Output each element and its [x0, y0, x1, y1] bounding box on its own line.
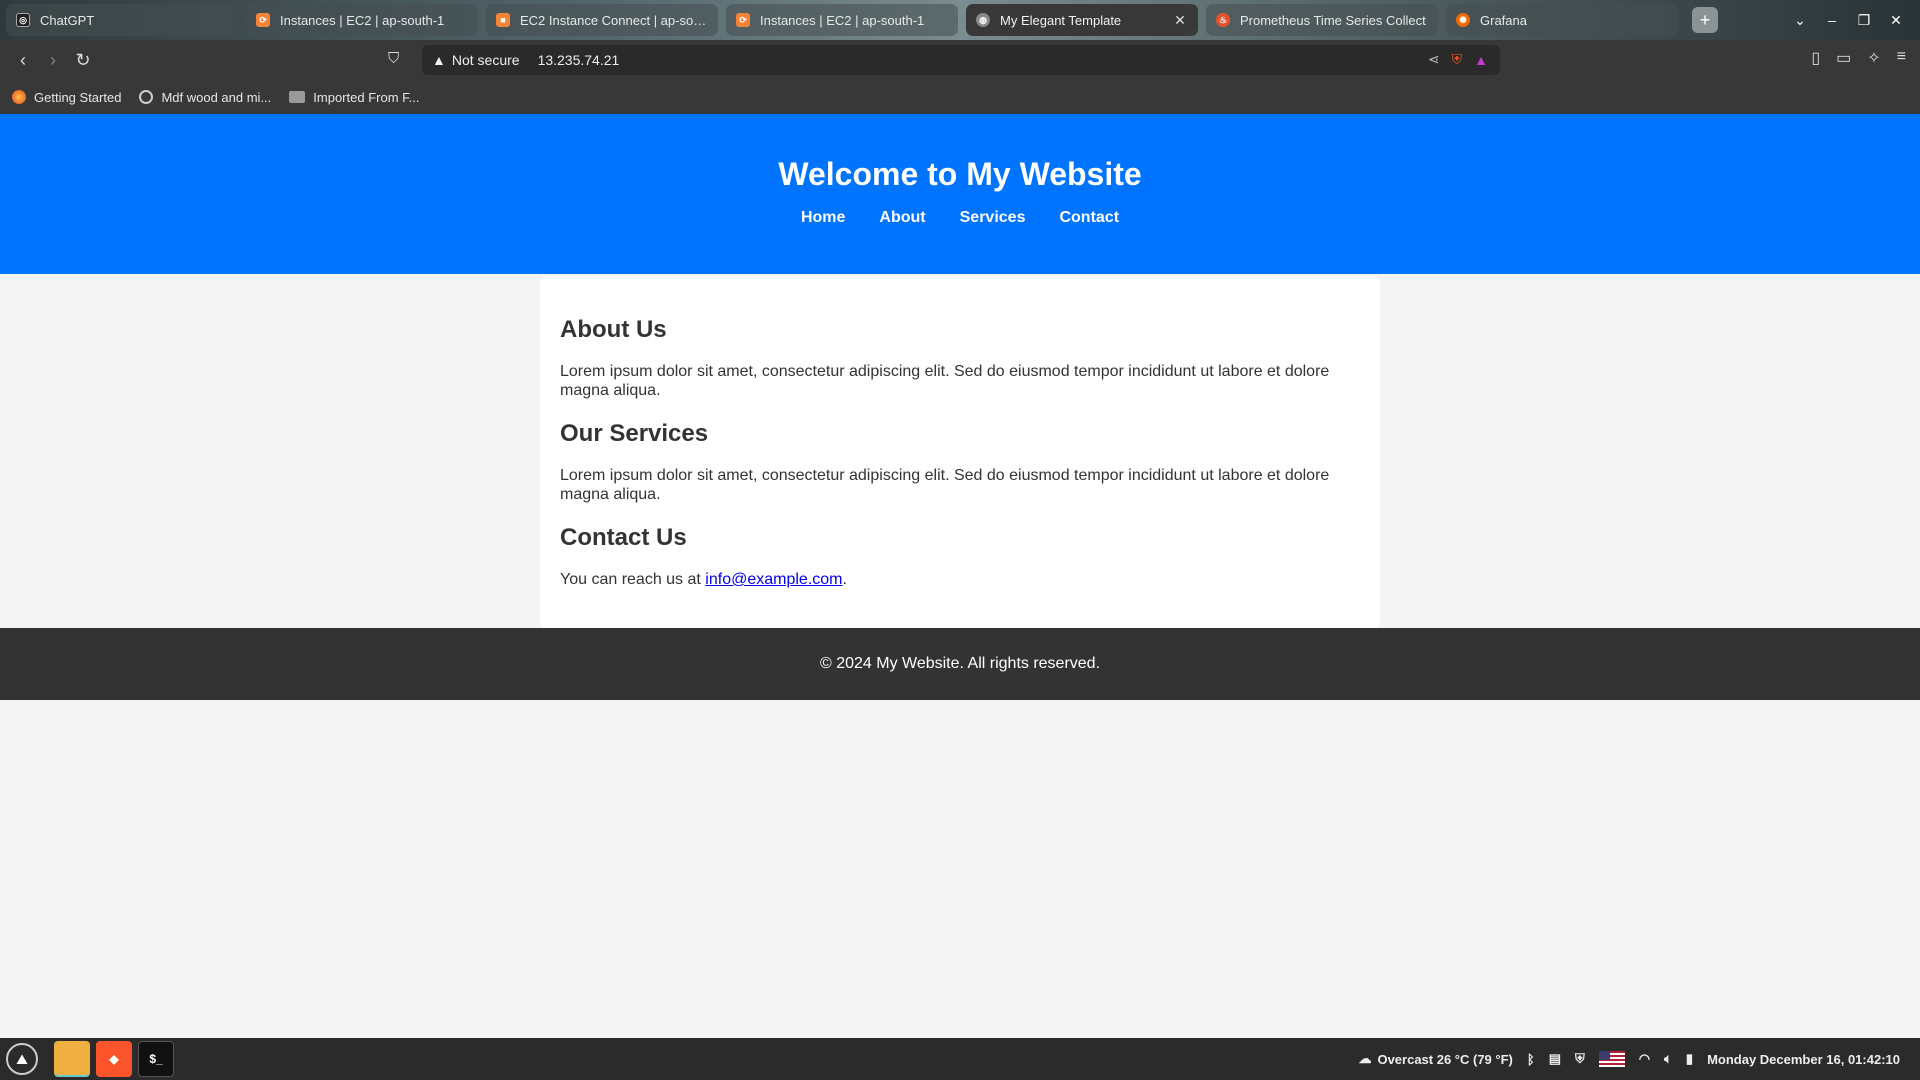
globe-icon	[139, 90, 154, 104]
folder-icon	[289, 91, 306, 103]
security-label: Not secure	[451, 52, 520, 68]
content-container: About Us Lorem ipsum dolor sit amet, con…	[540, 276, 1380, 628]
close-window-icon[interactable]: ✕	[1880, 12, 1912, 29]
tab-search-icon[interactable]: ⌄	[1784, 12, 1816, 29]
services-heading: Our Services	[560, 420, 709, 447]
tab-title: EC2 Instance Connect | ap-south-1	[520, 12, 708, 28]
bookmark-label: Getting Started	[34, 89, 122, 105]
window-controls: ⌄ – ❐ ✕	[1784, 0, 1912, 40]
us-flag-icon[interactable]	[1598, 1051, 1625, 1067]
menu-icon[interactable]: ≡	[1897, 48, 1906, 68]
clipboard-icon[interactable]: ▤	[1549, 1051, 1561, 1067]
terminal-icon[interactable]: $_	[138, 1041, 174, 1077]
bookmarks-bar: Getting Started Mdf wood and mi... Impor…	[0, 80, 1920, 114]
tab-title: Instances | EC2 | ap-south-1	[280, 12, 445, 28]
tab-title: Grafana	[1480, 12, 1527, 28]
bookmark-label: Imported From F...	[313, 89, 420, 105]
close-icon[interactable]: ✕	[1172, 12, 1188, 29]
arrow-right-icon: ›	[50, 49, 56, 70]
aws-icon: ⟳	[256, 13, 270, 27]
nav-link-contact[interactable]: Contact	[1059, 209, 1119, 227]
tab-my-elegant-template[interactable]: ◍ My Elegant Template ✕	[966, 4, 1198, 36]
leo-ai-icon[interactable]: ✧	[1867, 48, 1880, 68]
prometheus-icon: ♨	[1216, 13, 1230, 27]
file-manager-icon[interactable]	[54, 1041, 90, 1077]
aws-cube-icon: ■	[496, 13, 510, 27]
tab-title: Instances | EC2 | ap-south-1	[760, 12, 925, 28]
bookmark-label: Mdf wood and mi...	[161, 89, 272, 105]
tab-ec2-instance-connect[interactable]: ■ EC2 Instance Connect | ap-south-1	[486, 4, 718, 36]
tab-title: My Elegant Template	[1000, 12, 1122, 28]
bookmark-mdf-wood[interactable]: Mdf wood and mi...	[139, 90, 271, 105]
site-header: Welcome to My Website Home About Service…	[0, 114, 1920, 274]
browser-toolbar: ‹ › ↻ ⛉ ▲ Not secure 13.235.74.21 ⋖ ⛨ ▲ …	[0, 40, 1920, 80]
weather-text[interactable]: Overcast 26 °C (79 °F)	[1377, 1052, 1512, 1067]
brave-browser-icon[interactable]: ◆	[96, 1041, 132, 1077]
contact-heading: Contact Us	[560, 524, 687, 551]
contact-suffix: .	[842, 571, 847, 588]
battery-icon[interactable]: ▮	[1686, 1051, 1693, 1067]
clock-text[interactable]: Monday December 16, 01:42:10	[1707, 1052, 1900, 1067]
site-title: Welcome to My Website	[778, 156, 1142, 192]
forward-button[interactable]: ›	[38, 45, 68, 75]
wallet-icon[interactable]: ▭	[1836, 48, 1851, 68]
bluetooth-icon[interactable]: ᛒ	[1527, 1052, 1535, 1067]
tab-grafana[interactable]: ✺ Grafana	[1446, 4, 1678, 36]
tab-title: Prometheus Time Series Collect	[1240, 12, 1426, 28]
nav-link-services[interactable]: Services	[960, 209, 1026, 227]
sidebar-icon[interactable]: ▯	[1811, 48, 1820, 68]
site-nav: Home About Services Contact	[0, 209, 1920, 227]
tab-title: ChatGPT	[40, 12, 95, 28]
bookmark-icon[interactable]: ⛉	[388, 50, 399, 67]
launcher-icon[interactable]: ⛰	[6, 1043, 38, 1075]
contact-email-link[interactable]: info@example.com	[705, 571, 842, 588]
os-taskbar: ⛰ ◆ $_ ☁ Overcast 26 °C (79 °F) ᛒ ▤ ⛨ ◠ …	[0, 1038, 1920, 1080]
nav-link-home[interactable]: Home	[801, 209, 845, 227]
nav-link-about[interactable]: About	[879, 209, 925, 227]
volume-icon[interactable]: 🔈︎	[1664, 1051, 1672, 1067]
arrow-left-icon: ‹	[20, 49, 26, 70]
minimize-icon[interactable]: –	[1816, 12, 1848, 28]
tab-strip: ◎ ChatGPT ⟳ Instances | EC2 | ap-south-1…	[0, 0, 1920, 40]
new-tab-button[interactable]: +	[1692, 7, 1718, 33]
aws-icon: ⟳	[736, 13, 750, 27]
about-text: Lorem ipsum dolor sit amet, consectetur …	[560, 363, 1330, 399]
brave-shields-icon[interactable]: ⛨	[1452, 51, 1463, 68]
weather-icon: ☁	[1358, 1051, 1372, 1066]
contact-text: You can reach us at info@example.com.	[560, 570, 1360, 589]
globe-icon: ◍	[976, 13, 990, 27]
share-icon[interactable]: ⋖	[1428, 51, 1440, 68]
tab-ec2-instances[interactable]: ⟳ Instances | EC2 | ap-south-1	[246, 4, 478, 36]
bookmark-getting-started[interactable]: Getting Started	[12, 90, 121, 105]
warning-icon: ▲	[432, 52, 446, 68]
site-footer: © 2024 My Website. All rights reserved.	[0, 628, 1920, 700]
brave-rewards-icon[interactable]: ▲	[1474, 52, 1488, 68]
reload-icon: ↻	[75, 49, 91, 70]
maximize-icon[interactable]: ❐	[1848, 12, 1880, 29]
about-heading: About Us	[560, 316, 667, 343]
url-text: 13.235.74.21	[537, 52, 620, 68]
address-bar[interactable]: ▲ Not secure 13.235.74.21 ⋖ ⛨ ▲	[422, 45, 1500, 75]
system-tray: ☁ Overcast 26 °C (79 °F) ᛒ ▤ ⛨ ◠ 🔈︎ ▮ Mo…	[1358, 1038, 1900, 1080]
grafana-icon: ✺	[1456, 13, 1470, 27]
back-button[interactable]: ‹	[8, 45, 38, 75]
services-text: Lorem ipsum dolor sit amet, consectetur …	[560, 467, 1330, 503]
tab-prometheus[interactable]: ♨ Prometheus Time Series Collect	[1206, 4, 1438, 36]
tab-chatgpt[interactable]: ◎ ChatGPT	[6, 4, 238, 36]
firefox-icon	[12, 90, 26, 104]
tab-ec2-instances-2[interactable]: ⟳ Instances | EC2 | ap-south-1	[726, 4, 958, 36]
bookmark-folder-imported[interactable]: Imported From F...	[289, 90, 419, 105]
wifi-icon[interactable]: ◠	[1639, 1051, 1650, 1067]
shield-icon[interactable]: ⛨	[1575, 1051, 1585, 1067]
contact-prefix: You can reach us at	[560, 571, 706, 588]
reload-button[interactable]: ↻	[68, 45, 98, 75]
chatgpt-icon: ◎	[16, 13, 30, 27]
